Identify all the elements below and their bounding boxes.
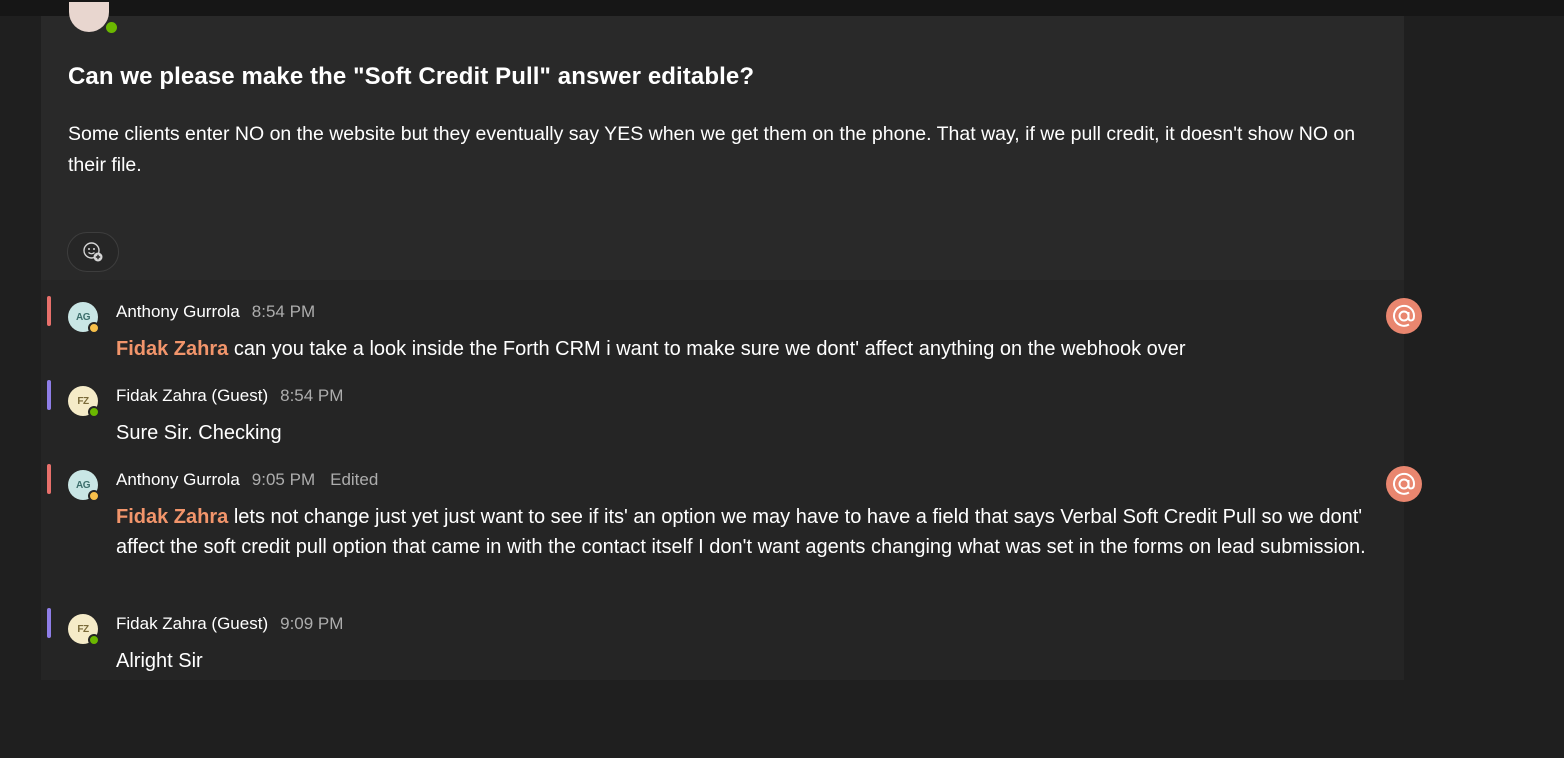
message-text: Fidak Zahra lets not change just yet jus…: [116, 502, 1376, 562]
at-mention-icon: [1393, 472, 1416, 495]
presence-available-icon: [104, 20, 119, 35]
author-name[interactable]: Anthony Gurrola: [116, 470, 240, 489]
message-header: Fidak Zahra (Guest) 9:09 PM: [116, 614, 343, 634]
timestamp: 8:54 PM: [280, 386, 344, 405]
user-mention[interactable]: Fidak Zahra: [116, 338, 228, 360]
add-reaction-button[interactable]: [67, 232, 119, 272]
timestamp: 9:05 PM: [251, 470, 316, 489]
avatar-initials: AG: [76, 479, 91, 491]
timestamp: 9:09 PM: [280, 614, 344, 633]
author-accent-bar: [47, 608, 51, 638]
avatar-initials: AG: [76, 311, 91, 323]
presence-available-icon: [88, 634, 100, 646]
top-strip: [0, 0, 1564, 16]
message-body: can you take a look inside the Forth CRM…: [228, 338, 1186, 360]
post-author-avatar[interactable]: [69, 2, 119, 35]
author-name[interactable]: Anthony Gurrola: [116, 302, 240, 321]
message-header: Fidak Zahra (Guest) 8:54 PM: [116, 386, 343, 406]
avatar[interactable]: AG: [68, 302, 100, 334]
author-name[interactable]: Fidak Zahra (Guest): [116, 614, 268, 633]
author-name[interactable]: Fidak Zahra (Guest): [116, 386, 268, 405]
timestamp: 8:54 PM: [251, 302, 316, 321]
presence-available-icon: [88, 406, 100, 418]
author-accent-bar: [47, 380, 51, 410]
post-title: Can we please make the "Soft Credit Pull…: [68, 63, 755, 90]
avatar[interactable]: AG: [68, 470, 100, 502]
message-item: FZ Fidak Zahra (Guest) 9:09 PM Alright Si…: [41, 608, 1404, 674]
message-text: Fidak Zahra can you take a look inside t…: [116, 334, 1376, 364]
presence-away-icon: [88, 490, 100, 502]
post-card: Can we please make the "Soft Credit Pull…: [41, 2, 1404, 280]
message-header: Anthony Gurrola 9:05 PM Edited: [116, 470, 378, 490]
message-item: FZ Fidak Zahra (Guest) 8:54 PM Sure Sir. …: [41, 380, 1404, 446]
user-mention[interactable]: Fidak Zahra: [116, 506, 228, 528]
add-reaction-icon: [83, 242, 103, 262]
message-item: AG Anthony Gurrola 9:05 PM Edited Fidak Za…: [41, 464, 1422, 590]
edited-label: Edited: [330, 470, 379, 489]
mention-accent-bar: [47, 464, 51, 494]
mention-accent-bar: [47, 296, 51, 326]
presence-away-icon: [88, 322, 100, 334]
message-body: Alright Sir: [116, 650, 203, 672]
at-mention-icon: [1393, 304, 1416, 327]
avatar[interactable]: FZ: [68, 614, 100, 646]
mention-badge: [1386, 466, 1422, 502]
avatar[interactable]: FZ: [68, 386, 100, 418]
avatar-initials: FZ: [77, 623, 89, 635]
avatar-initials: FZ: [77, 395, 89, 407]
message-header: Anthony Gurrola 8:54 PM: [116, 302, 315, 322]
post-body: Some clients enter NO on the website but…: [68, 123, 1356, 176]
message-body: lets not change just yet just want to se…: [116, 506, 1366, 558]
message-item: AG Anthony Gurrola 8:54 PM Fidak Zahra ca…: [41, 296, 1422, 364]
mention-badge: [1386, 298, 1422, 334]
replies-thread: AG Anthony Gurrola 8:54 PM Fidak Zahra ca…: [41, 280, 1422, 680]
message-body: Sure Sir. Checking: [116, 422, 282, 444]
